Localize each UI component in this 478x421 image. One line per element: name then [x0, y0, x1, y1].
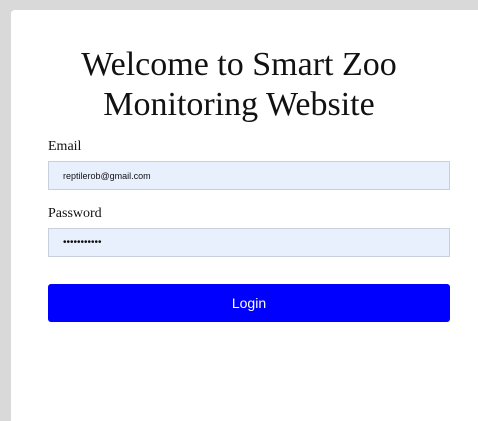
password-field[interactable]: [48, 228, 450, 257]
email-field[interactable]: [48, 161, 450, 190]
password-label: Password: [48, 206, 102, 221]
email-label: Email: [48, 139, 82, 154]
page-title: Welcome to Smart Zoo Monitoring Website: [81, 46, 397, 123]
login-button[interactable]: Login: [48, 284, 450, 322]
